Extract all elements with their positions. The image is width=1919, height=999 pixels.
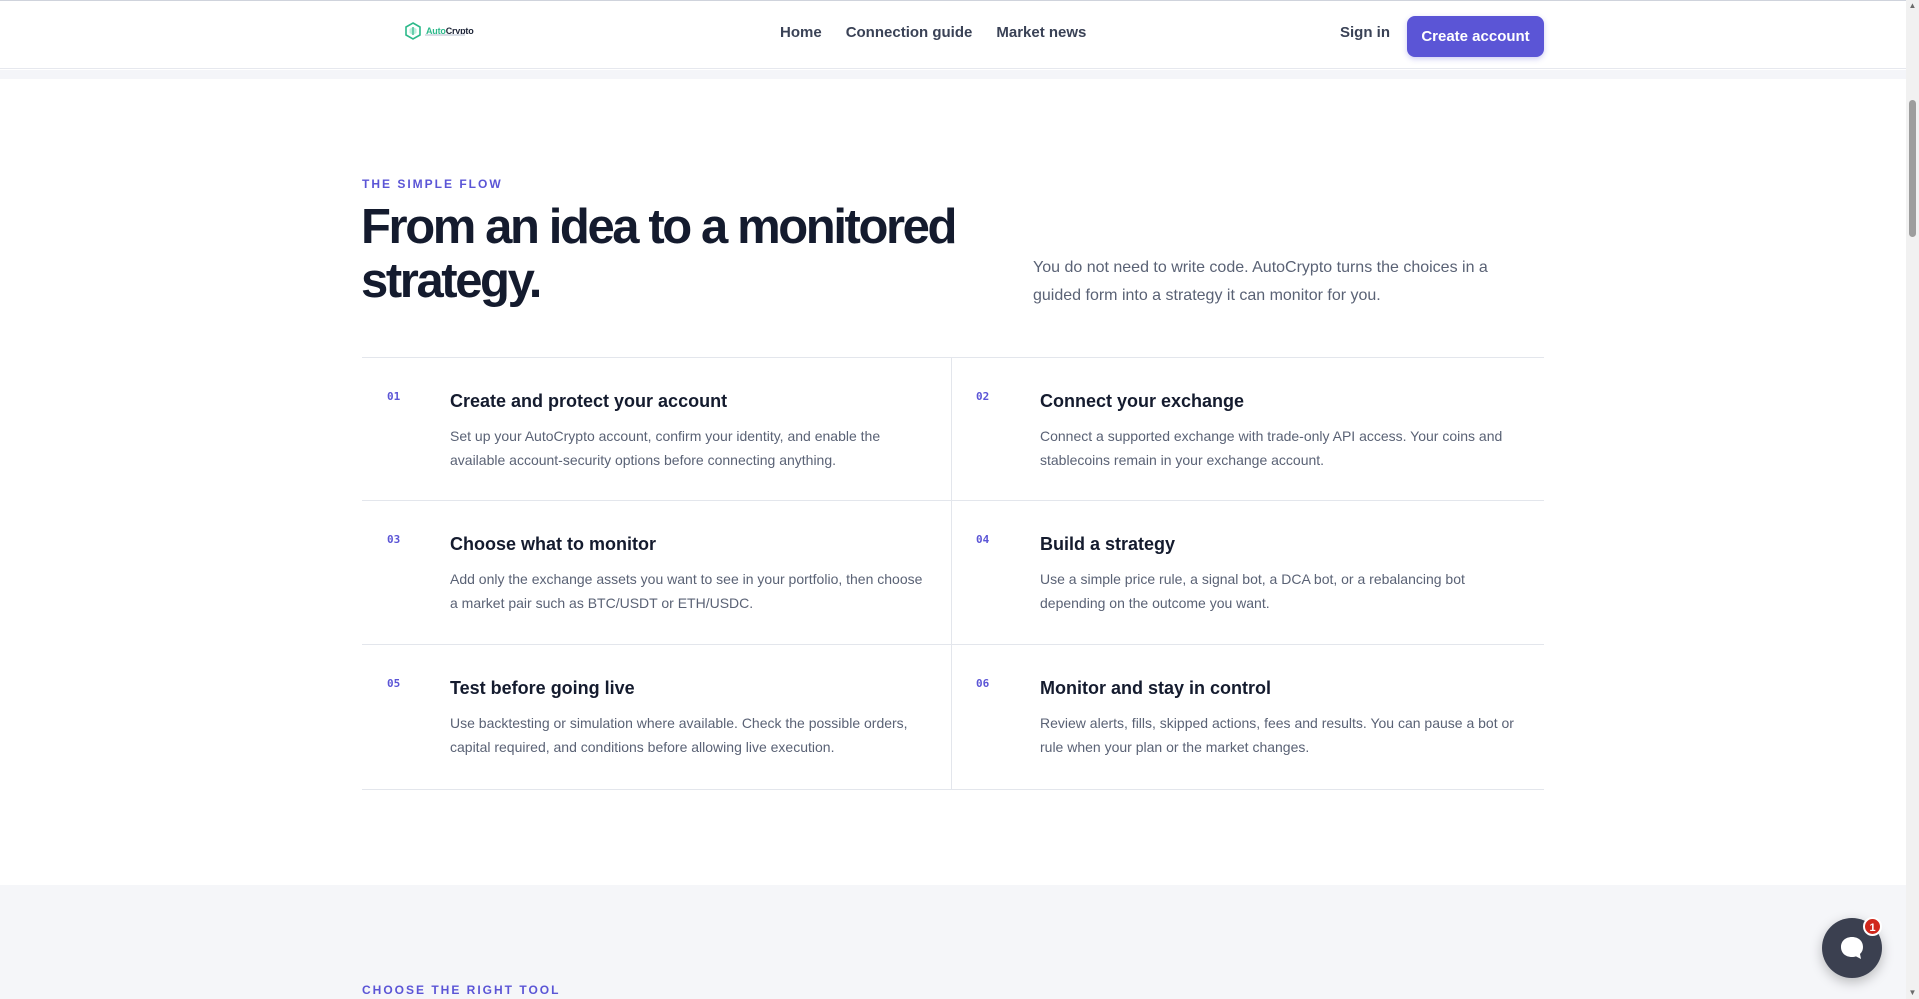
- chat-widget-button[interactable]: 1: [1822, 917, 1882, 978]
- site-header: AutoCrypto Home Connection guide Market …: [0, 1, 1906, 69]
- step-card: 06 Monitor and stay in control Review al…: [952, 645, 1544, 790]
- scroll-up-arrow-icon[interactable]: ▲: [1908, 1, 1917, 10]
- step-title: Test before going live: [450, 678, 635, 698]
- section-eyebrow-choose-tool: CHOOSE THE RIGHT TOOL: [362, 983, 561, 997]
- step-description: Set up your AutoCrypto account, confirm …: [450, 428, 881, 468]
- step-title: Connect your exchange: [1040, 391, 1245, 411]
- sign-in-link[interactable]: Sign in: [1340, 24, 1390, 41]
- intro-paragraph: You do not need to write code. AutoCrypt…: [1033, 259, 1488, 304]
- scroll-down-arrow-icon[interactable]: ▼: [1908, 988, 1917, 997]
- page-title-line-1: From an idea to a monitored: [361, 200, 957, 254]
- step-title: Choose what to monitor: [450, 534, 656, 554]
- step-number: 02: [976, 390, 990, 403]
- step-title: Monitor and stay in control: [1040, 678, 1272, 698]
- step-number: 06: [976, 677, 990, 690]
- step-number: 04: [976, 533, 990, 546]
- steps-grid: 01 Create and protect your account Set u…: [362, 357, 1544, 790]
- page-scrollbar[interactable]: ▲ ▼: [1906, 0, 1919, 999]
- step-description: Add only the exchange assets you want to…: [450, 571, 923, 611]
- header-divider-strip: [0, 70, 1906, 79]
- chat-notification-badge: 1: [1863, 917, 1882, 936]
- chat-bubble-icon: [1841, 937, 1863, 959]
- logo[interactable]: AutoCrypto: [404, 22, 474, 40]
- step-description: Connect a supported exchange with trade-…: [1040, 428, 1503, 468]
- step-card: 04 Build a strategy Use a simple price r…: [952, 501, 1544, 645]
- nav-connection-guide[interactable]: Connection guide: [846, 24, 973, 41]
- step-number: 03: [387, 533, 401, 546]
- step-card: 03 Choose what to monitor Add only the e…: [362, 501, 952, 645]
- step-title: Create and protect your account: [450, 391, 728, 411]
- step-number: 01: [387, 390, 401, 403]
- nav-market-news[interactable]: Market news: [996, 24, 1086, 41]
- create-account-button[interactable]: Create account: [1407, 16, 1544, 57]
- step-number: 05: [387, 677, 401, 690]
- scrollbar-thumb[interactable]: [1909, 100, 1916, 237]
- step-card: 01 Create and protect your account Set u…: [362, 358, 952, 501]
- logo-hex-icon: [405, 22, 421, 40]
- nav-home[interactable]: Home: [780, 24, 822, 41]
- step-description: Use backtesting or simulation where avai…: [450, 715, 908, 755]
- page-title-line-2: strategy.: [361, 254, 542, 308]
- step-card: 02 Connect your exchange Connect a suppo…: [952, 358, 1544, 501]
- step-title: Build a strategy: [1040, 534, 1176, 554]
- page-title: From an idea to a monitored strategy.: [361, 200, 961, 308]
- step-card: 05 Test before going live Use backtestin…: [362, 645, 952, 790]
- main-nav: Home Connection guide Market news: [780, 24, 1086, 41]
- section-eyebrow: THE SIMPLE FLOW: [362, 177, 503, 191]
- logo-tagline-line: [425, 34, 465, 36]
- step-description: Review alerts, fills, skipped actions, f…: [1040, 715, 1514, 755]
- choose-tool-section: [0, 885, 1906, 999]
- step-description: Use a simple price rule, a signal bot, a…: [1040, 571, 1465, 611]
